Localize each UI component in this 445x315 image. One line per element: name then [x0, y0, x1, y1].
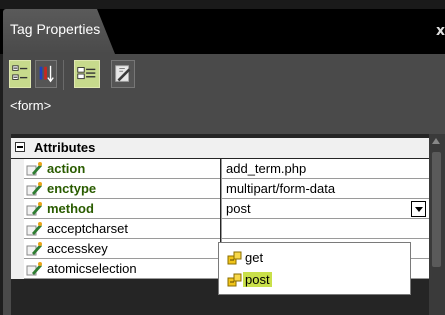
close-icon[interactable]: x [436, 23, 445, 39]
attribute-icon [26, 182, 42, 196]
option-label: get [245, 250, 264, 265]
method-dropdown-list: get post [218, 242, 411, 295]
category-view-button[interactable] [9, 60, 31, 88]
property-row-enctype[interactable]: enctype multipart/form-data [11, 179, 429, 199]
section-label: Attributes [34, 140, 96, 155]
attribute-icon [26, 162, 42, 176]
toolbar-separator [63, 60, 64, 90]
selected-tag-label: <form> [10, 98, 52, 113]
panel-title: Tag Properties [10, 21, 101, 37]
alphabetical-view-button[interactable] [35, 60, 57, 88]
vertical-scrollbar[interactable] [429, 134, 445, 315]
behaviors-view-button[interactable] [111, 60, 135, 88]
property-row-acceptcharset[interactable]: acceptcharset [11, 219, 429, 239]
property-name: method [47, 201, 94, 216]
property-name: action [47, 161, 86, 176]
value-icon [227, 273, 242, 287]
property-row-action[interactable]: action add_term.php [11, 159, 429, 179]
dropdown-arrow-icon[interactable] [411, 201, 426, 217]
attributes-view-button[interactable] [74, 60, 100, 88]
collapse-icon[interactable] [15, 142, 25, 152]
property-value[interactable]: multipart/form-data [226, 181, 335, 196]
attribute-icon [26, 242, 42, 256]
attribute-icon [26, 222, 42, 236]
attributes-section-header[interactable]: Attributes [11, 138, 429, 158]
option-label: post [243, 272, 272, 287]
property-name: atomicselection [47, 261, 137, 276]
property-name: acceptcharset [47, 221, 128, 236]
property-name: accesskey [47, 241, 108, 256]
attributes-list-icon [77, 67, 96, 80]
categorized-icon [12, 65, 28, 80]
method-select-value[interactable]: post [226, 201, 251, 216]
scroll-thumb[interactable] [432, 152, 441, 267]
attribute-icon [26, 202, 42, 216]
scroll-up-arrow-icon[interactable] [432, 138, 440, 144]
value-icon [227, 251, 242, 265]
sort-az-icon [39, 65, 54, 83]
behaviors-icon [115, 65, 131, 82]
property-value[interactable]: add_term.php [226, 161, 306, 176]
property-name: enctype [47, 181, 97, 196]
property-row-method[interactable]: method post [11, 199, 429, 219]
attribute-icon [26, 262, 42, 276]
window-top-strip [0, 0, 445, 9]
